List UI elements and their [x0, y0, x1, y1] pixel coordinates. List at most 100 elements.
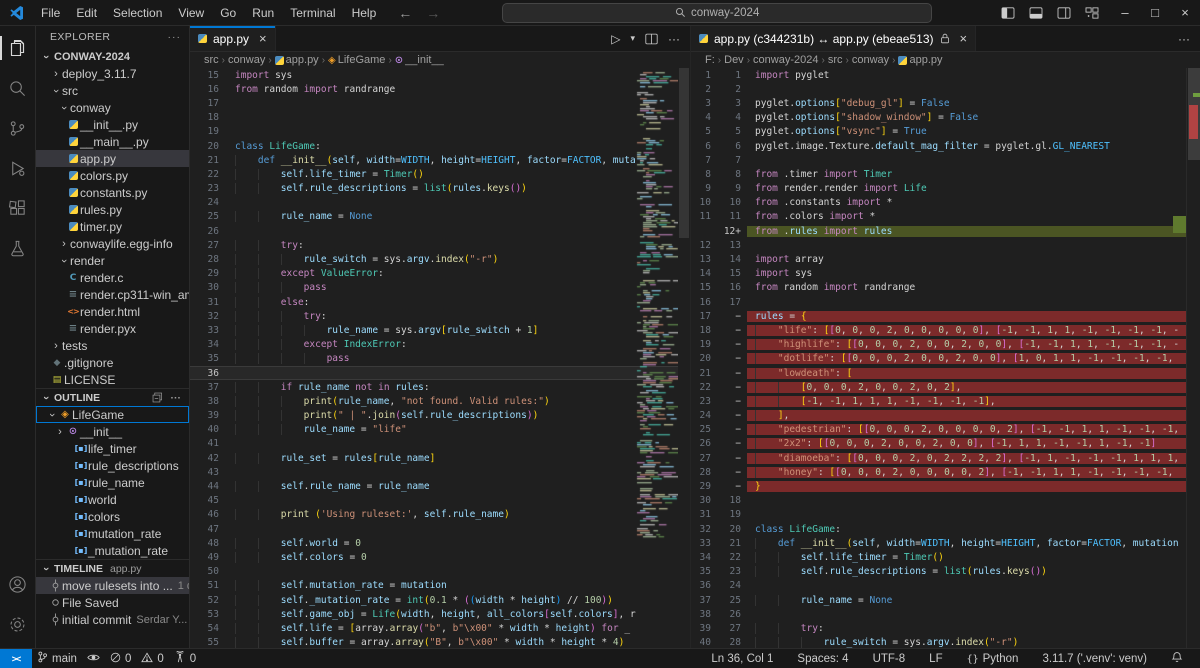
- code-line[interactable]: 42 rule_set = rules[rule_name]: [190, 451, 690, 465]
- diff-line-del[interactable]: 18− "life": [[0, 0, 0, 2, 0, 0, 0, 0, 0]…: [691, 323, 1200, 337]
- outline-item-mutation-rate[interactable]: [▪]mutation_rate: [36, 525, 189, 542]
- python-interpreter[interactable]: 3.11.7 ('.venv': venv): [1037, 649, 1152, 668]
- diff-line-del[interactable]: 25− "pedestrian": [[0, 0, 0, 2, 0, 0, 0,…: [691, 423, 1200, 437]
- diff-line[interactable]: 11import pyglet: [691, 68, 1200, 82]
- code-line[interactable]: 17: [190, 96, 690, 110]
- diff-line[interactable]: 33pyglet.options["debug_gl"] = False: [691, 96, 1200, 110]
- code-line[interactable]: 35 pass: [190, 352, 690, 366]
- editor-more-actions-icon[interactable]: ···: [668, 32, 680, 46]
- toggle-panel-icon[interactable]: [1022, 2, 1050, 24]
- gitlens-toggle[interactable]: [82, 649, 105, 668]
- breadcrumb-item[interactable]: conway: [852, 54, 889, 66]
- menu-edit[interactable]: Edit: [68, 6, 105, 20]
- breadcrumb-item[interactable]: app.py: [898, 54, 942, 66]
- tree-item-render-c[interactable]: Crender.c: [36, 269, 189, 286]
- maximize-button[interactable]: □: [1140, 1, 1170, 25]
- diff-line-del[interactable]: 20− "dotlife": [[0, 0, 0, 2, 0, 0, 2, 0,…: [691, 352, 1200, 366]
- tree-item--init-py[interactable]: __init__.py: [36, 116, 189, 133]
- tree-item--gitignore[interactable]: ◆.gitignore: [36, 354, 189, 371]
- diff-line[interactable]: 3927 try:: [691, 621, 1200, 635]
- tree-item-src[interactable]: ›src: [36, 82, 189, 99]
- outline-item-lifegame[interactable]: ›◈LifeGame: [36, 406, 189, 423]
- workspace-root-row[interactable]: › CONWAY-2024: [36, 48, 189, 65]
- breadcrumb-item[interactable]: ⊙__init__: [395, 54, 444, 66]
- tree-item--main-py[interactable]: __main__.py: [36, 133, 189, 150]
- diff-line[interactable]: 88from .timer import Timer: [691, 167, 1200, 181]
- run-python-file-icon[interactable]: ▷: [611, 32, 620, 46]
- toggle-secondary-sidebar-icon[interactable]: [1050, 2, 1078, 24]
- tree-item-app-py[interactable]: app.py: [36, 150, 189, 167]
- code-line[interactable]: 28 rule_switch = sys.argv.index("-r"): [190, 252, 690, 266]
- history-back-button[interactable]: ←: [398, 5, 412, 21]
- code-line[interactable]: 45: [190, 494, 690, 508]
- code-line[interactable]: 26: [190, 224, 690, 238]
- timeline-item[interactable]: File Saved: [36, 594, 189, 611]
- code-line[interactable]: 44 self.rule_name = rule_name: [190, 479, 690, 493]
- code-line[interactable]: 52 self._mutation_rate = int(0.1 * ((wid…: [190, 593, 690, 607]
- code-line[interactable]: 36: [190, 366, 690, 380]
- diff-line-del[interactable]: 27− "diamoeba": [[0, 0, 0, 2, 0, 2, 2, 2…: [691, 451, 1200, 465]
- customize-layout-icon[interactable]: [1078, 2, 1106, 24]
- diff-line[interactable]: 3624: [691, 579, 1200, 593]
- collapse-all-icon[interactable]: [152, 392, 163, 403]
- breadcrumb-item[interactable]: conway: [228, 54, 265, 66]
- diff-line[interactable]: 1111from .colors import *: [691, 210, 1200, 224]
- diff-line[interactable]: 3422 self.life_timer = Timer(): [691, 550, 1200, 564]
- code-line[interactable]: 22 self.life_timer = Timer(): [190, 167, 690, 181]
- diff-line[interactable]: 66pyglet.image.Texture.default_mag_filte…: [691, 139, 1200, 153]
- diff-line-del[interactable]: 29−}: [691, 479, 1200, 493]
- close-button[interactable]: ×: [1170, 1, 1200, 25]
- tree-item-rules-py[interactable]: rules.py: [36, 201, 189, 218]
- breadcrumb-item[interactable]: conway-2024: [753, 54, 818, 66]
- code-line[interactable]: 39 print(" | ".join(self.rule_descriptio…: [190, 409, 690, 423]
- tree-item-license[interactable]: ▤LICENSE: [36, 371, 189, 388]
- menu-go[interactable]: Go: [212, 6, 244, 20]
- menu-file[interactable]: File: [33, 6, 68, 20]
- menu-view[interactable]: View: [170, 6, 212, 20]
- diff-line-del[interactable]: 17−rules = {: [691, 309, 1200, 323]
- code-line[interactable]: 25 rule_name = None: [190, 210, 690, 224]
- code-line[interactable]: 24: [190, 196, 690, 210]
- toggle-sidebar-icon[interactable]: [994, 2, 1022, 24]
- code-line[interactable]: 19: [190, 125, 690, 139]
- code-line[interactable]: 46 print ('Using ruleset:', self.rule_na…: [190, 508, 690, 522]
- menu-selection[interactable]: Selection: [105, 6, 170, 20]
- code-line[interactable]: 31 else:: [190, 295, 690, 309]
- code-line[interactable]: 30 pass: [190, 281, 690, 295]
- code-line[interactable]: 15import sys: [190, 68, 690, 82]
- diff-line[interactable]: 3523 self.rule_descriptions = list(rules…: [691, 565, 1200, 579]
- diff-line-del[interactable]: 26− "2x2": [[0, 0, 0, 2, 0, 0, 2, 0, 0],…: [691, 437, 1200, 451]
- extensions-icon[interactable]: [0, 188, 36, 228]
- menu-terminal[interactable]: Terminal: [282, 6, 343, 20]
- code-line[interactable]: 54 self.life = [array.array("b", b"\x00"…: [190, 621, 690, 635]
- tab-diff[interactable]: app.py (c344231b) ↔ app.py (ebeae513) ×: [691, 26, 976, 51]
- diff-line[interactable]: 4028 rule_switch = sys.argv.index("-r"): [691, 636, 1200, 649]
- code-line[interactable]: 16from random import randrange: [190, 82, 690, 96]
- command-center-search[interactable]: conway-2024: [502, 3, 932, 23]
- close-icon[interactable]: ×: [259, 31, 267, 46]
- warnings-item[interactable]: 0: [136, 649, 168, 668]
- code-line[interactable]: 53 self.game_obj = Life(width, height, a…: [190, 607, 690, 621]
- minimap[interactable]: [636, 68, 678, 648]
- diff-line[interactable]: 3321 def __init__(self, width=WIDTH, hei…: [691, 536, 1200, 550]
- code-line[interactable]: 49 self.colors = 0: [190, 550, 690, 564]
- diff-line[interactable]: 1415import sys: [691, 267, 1200, 281]
- code-line[interactable]: 47: [190, 522, 690, 536]
- diff-editor[interactable]: 11import pyglet2233pyglet.options["debug…: [691, 68, 1200, 648]
- code-line[interactable]: 48 self.world = 0: [190, 536, 690, 550]
- code-line[interactable]: 32 try:: [190, 309, 690, 323]
- tree-item-deploy-3-11-7[interactable]: ›deploy_3.11.7: [36, 65, 189, 82]
- code-line[interactable]: 20class LifeGame:: [190, 139, 690, 153]
- code-line[interactable]: 50: [190, 565, 690, 579]
- explorer-icon[interactable]: [0, 28, 36, 68]
- code-line[interactable]: 43: [190, 465, 690, 479]
- diff-line-del[interactable]: 22− [0, 0, 0, 2, 0, 0, 2, 0, 2],: [691, 380, 1200, 394]
- code-line[interactable]: 40 rule_name = "life": [190, 423, 690, 437]
- branch-item[interactable]: main: [32, 649, 82, 668]
- breadcrumb-item[interactable]: Dev: [724, 54, 744, 66]
- code-line[interactable]: 37 if rule_name not in rules:: [190, 380, 690, 394]
- timeline-item[interactable]: initial commitSerdar Y...: [36, 611, 189, 628]
- outline-item-rule-descriptions[interactable]: [▪]rule_descriptions: [36, 457, 189, 474]
- diff-line[interactable]: 3119: [691, 508, 1200, 522]
- close-icon[interactable]: ×: [960, 31, 968, 46]
